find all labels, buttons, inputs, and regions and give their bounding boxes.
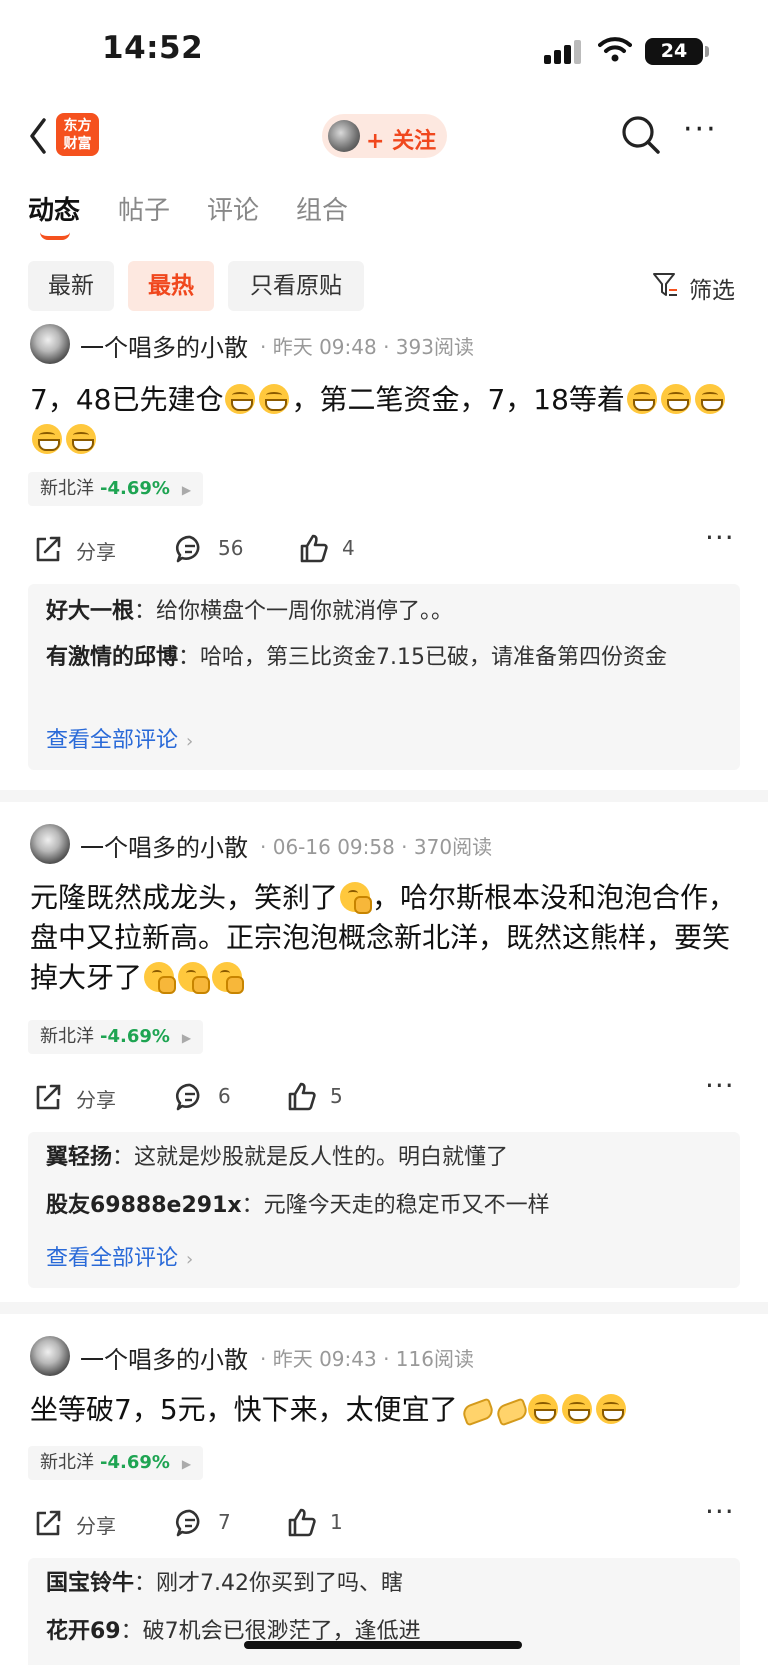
chevron-right-icon: ▶ (181, 483, 192, 497)
follow-button[interactable]: + 关注 (322, 114, 447, 158)
tab-posts[interactable]: 帖子 (118, 190, 170, 227)
battery-nub (705, 46, 709, 57)
tab-dynamic[interactable]: 动态 (28, 190, 80, 227)
post-author[interactable]: 一个唱多的小散 (80, 328, 248, 363)
post-text[interactable]: 7，48已先建仓 ，第二笔资金，7，18等着 (30, 380, 740, 460)
signal-icon (544, 40, 584, 64)
grin-emoji-icon (595, 1394, 626, 1424)
grin-emoji-icon (626, 384, 657, 414)
like-icon[interactable] (286, 1081, 318, 1113)
comment-item[interactable]: 股友69888e291x：元隆今天走的稳定币又不一样 (46, 1188, 726, 1224)
tab-active-indicator (40, 232, 70, 240)
view-all-comments-link[interactable]: 查看全部评论 › (46, 1240, 193, 1272)
home-indicator (244, 1641, 522, 1649)
stock-tag[interactable]: 新北洋 -4.69% ▶ (28, 1446, 204, 1480)
like-icon[interactable] (298, 533, 330, 565)
status-bar: 14:52 24 (0, 0, 768, 100)
battery-indicator: 24 (645, 38, 703, 65)
filter-icon[interactable] (652, 271, 678, 299)
grin-emoji-icon (694, 384, 725, 414)
chip-newest[interactable]: 最新 (28, 261, 114, 311)
app-logo: 东方 财富 (56, 113, 99, 156)
clap-emoji-icon (460, 1394, 490, 1424)
clap-emoji-icon (494, 1394, 524, 1424)
stock-tag[interactable]: 新北洋 -4.69% ▶ (28, 1020, 204, 1054)
avatar[interactable] (30, 1336, 70, 1376)
giggle-emoji-icon (212, 962, 245, 994)
divider (0, 790, 768, 802)
post-actions: 分享 56 4 ··· (0, 524, 768, 568)
post-text[interactable]: 坐等破7，5元，快下来，太便宜了 (30, 1390, 740, 1430)
giggle-emoji-icon (340, 882, 373, 914)
grin-emoji-icon (32, 424, 62, 454)
wifi-icon (598, 37, 632, 62)
filter-button[interactable]: 筛选 (689, 271, 735, 305)
status-time: 14:52 (102, 30, 204, 66)
more-icon[interactable]: ··· (705, 1498, 735, 1526)
post-meta: · 昨天 09:48 · 393阅读 (260, 335, 474, 359)
tab-portfolio[interactable]: 组合 (296, 190, 348, 227)
share-button[interactable]: 分享 (76, 536, 116, 565)
post-meta: · 06-16 09:58 · 370阅读 (260, 835, 493, 859)
like-icon[interactable] (286, 1507, 318, 1539)
post-actions: 分享 6 5 ··· (0, 1072, 768, 1116)
grin-emoji-icon (66, 424, 96, 454)
tab-comments[interactable]: 评论 (207, 190, 259, 227)
chip-hottest[interactable]: 最热 (128, 261, 214, 311)
more-icon[interactable]: ··· (705, 524, 735, 552)
avatar (328, 120, 360, 152)
giggle-emoji-icon (144, 962, 177, 994)
chevron-right-icon: › (186, 731, 194, 752)
post-actions: 分享 7 1 ··· (0, 1498, 768, 1542)
like-count[interactable]: 5 (330, 1084, 343, 1108)
share-button[interactable]: 分享 (76, 1084, 116, 1113)
like-count[interactable]: 1 (330, 1510, 343, 1534)
comment-count[interactable]: 6 (218, 1084, 231, 1108)
divider (0, 1302, 768, 1314)
search-icon[interactable] (620, 114, 662, 156)
post-text[interactable]: 元隆既然成龙头，笑刹了 ，哈尔斯根本没和泡泡合作，盘中又拉新高。正宗泡泡概念新北洋… (30, 878, 740, 998)
giggle-emoji-icon (178, 962, 211, 994)
comment-preview: 翼轻扬：这就是炒股就是反人性的。明白就懂了 股友69888e291x：元隆今天走… (28, 1132, 740, 1288)
share-icon[interactable] (32, 1081, 64, 1113)
grin-emoji-icon (259, 384, 290, 414)
more-icon[interactable]: ··· (705, 1072, 735, 1100)
post-author[interactable]: 一个唱多的小散 (80, 1340, 248, 1375)
post-meta: · 昨天 09:43 · 116阅读 (260, 1347, 474, 1371)
chip-original-only[interactable]: 只看原贴 (228, 261, 364, 311)
comment-icon[interactable] (174, 1507, 206, 1539)
share-button[interactable]: 分享 (76, 1510, 116, 1539)
grin-emoji-icon (225, 384, 256, 414)
back-icon[interactable] (26, 116, 50, 156)
avatar[interactable] (30, 324, 70, 364)
chevron-right-icon: ▶ (181, 1457, 192, 1471)
share-icon[interactable] (32, 1507, 64, 1539)
comment-item[interactable]: 好大一根：给你横盘个一周你就消停了。。 (46, 594, 726, 630)
comment-icon[interactable] (174, 533, 206, 565)
follow-label: + 关注 (366, 129, 437, 154)
comment-preview: 好大一根：给你横盘个一周你就消停了。。 有激情的邱博：哈哈，第三比资金7.15已… (28, 584, 740, 770)
grin-emoji-icon (660, 384, 691, 414)
chevron-right-icon: ▶ (181, 1031, 192, 1045)
stock-tag[interactable]: 新北洋 -4.69% ▶ (28, 472, 204, 506)
grin-emoji-icon (527, 1394, 558, 1424)
comment-item[interactable]: 翼轻扬：这就是炒股就是反人性的。明白就懂了 (46, 1140, 726, 1176)
comment-icon[interactable] (174, 1081, 206, 1113)
more-icon[interactable]: ··· (683, 115, 723, 150)
avatar[interactable] (30, 824, 70, 864)
chevron-right-icon: › (186, 1249, 194, 1270)
view-all-comments-link[interactable]: 查看全部评论 › (46, 722, 193, 754)
comment-count[interactable]: 7 (218, 1510, 231, 1534)
comment-item[interactable]: 国宝铃牛：刚才7.42你买到了吗、瞎 (46, 1566, 726, 1602)
like-count[interactable]: 4 (342, 536, 355, 560)
grin-emoji-icon (561, 1394, 592, 1424)
share-icon[interactable] (32, 533, 64, 565)
comment-count[interactable]: 56 (218, 536, 243, 560)
post-author[interactable]: 一个唱多的小散 (80, 828, 248, 863)
comment-item[interactable]: 有激情的邱博：哈哈，第三比资金7.15已破，请准备第四份资金 (46, 640, 726, 676)
